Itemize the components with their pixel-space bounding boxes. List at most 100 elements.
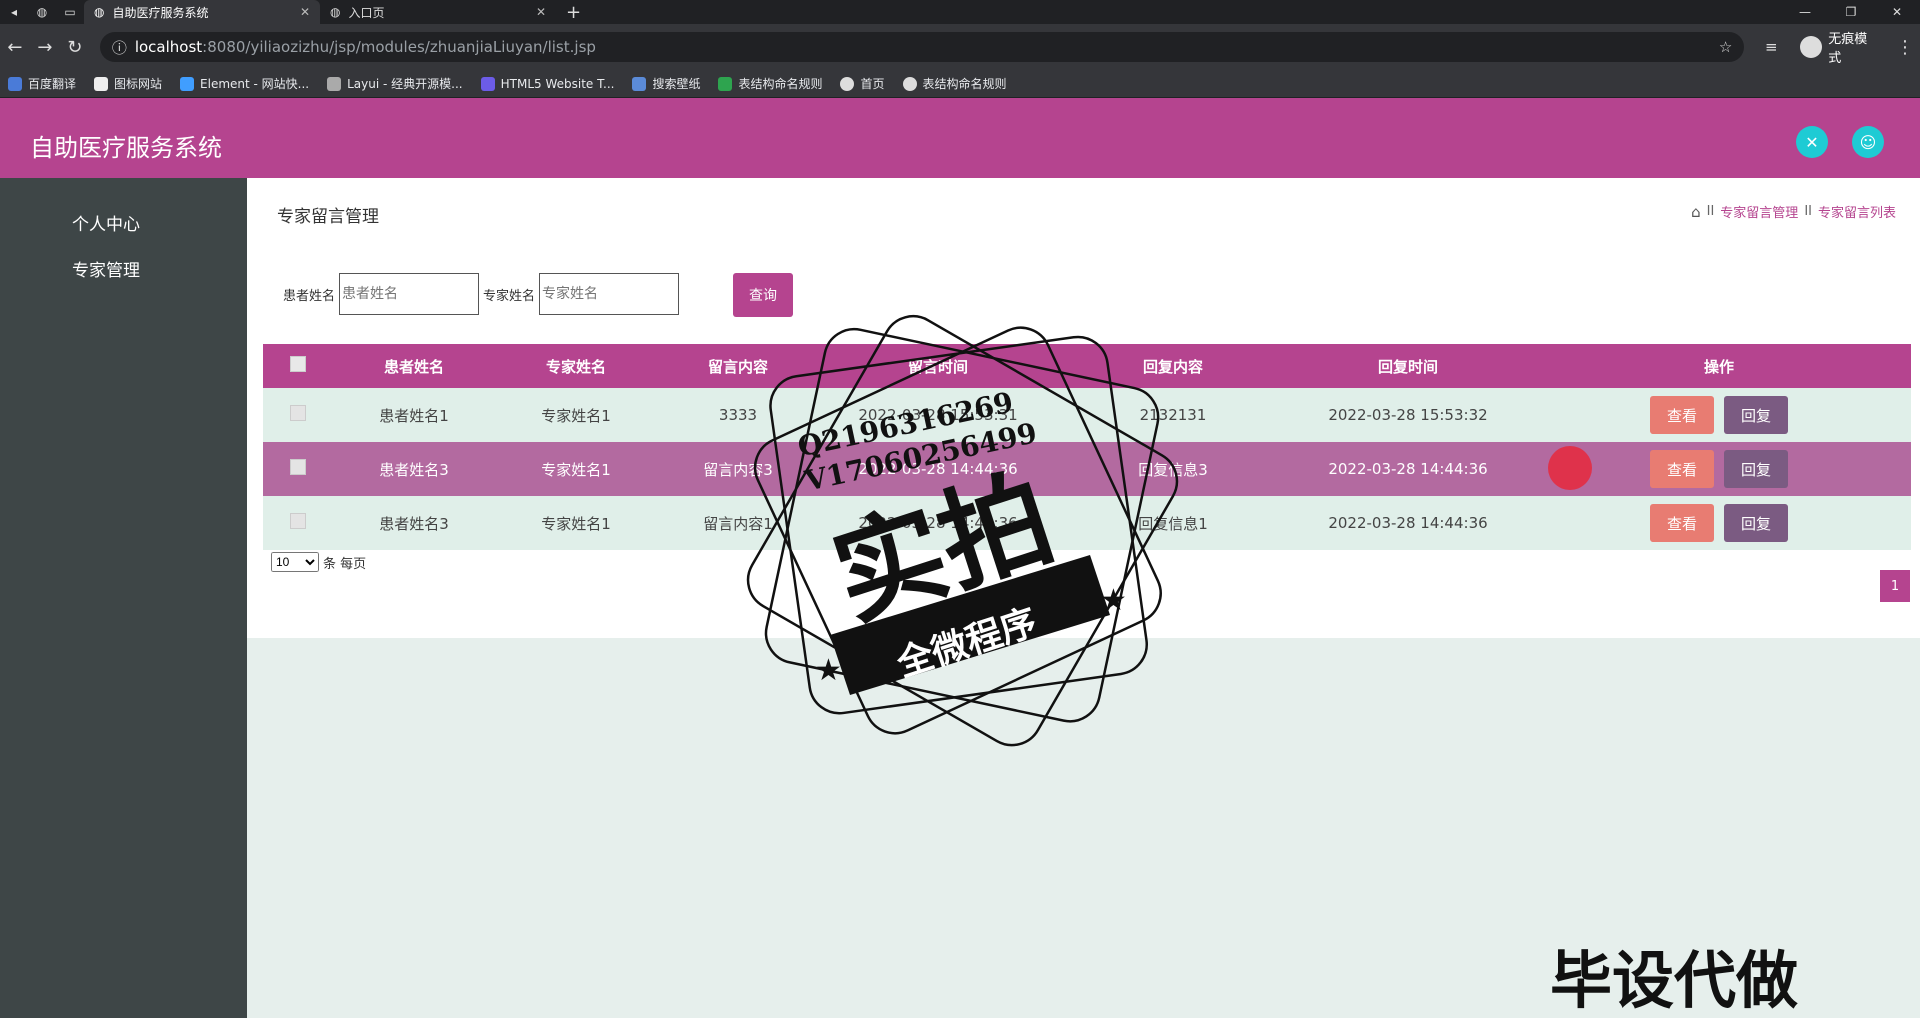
- browser-tab[interactable]: ◍ 入口页 ✕: [320, 0, 556, 24]
- window-icon[interactable]: ▭: [56, 0, 84, 24]
- reload-icon[interactable]: ↻: [60, 37, 90, 58]
- patient-name-input[interactable]: [339, 273, 480, 315]
- back-icon[interactable]: ←: [0, 37, 30, 58]
- table-row: 患者姓名3 专家姓名1 留言内容3 2022-03-28 14:44:36 回复…: [263, 442, 1911, 496]
- reply-button[interactable]: 回复: [1724, 450, 1788, 488]
- page-title: 专家留言管理: [277, 207, 379, 227]
- message-time-cell: 2022-03-28 14:44:36: [819, 496, 1057, 550]
- row-checkbox[interactable]: [290, 513, 306, 529]
- table-row: 患者姓名1 专家姓名1 3333 2022-03-28 15:53:31 213…: [263, 388, 1911, 442]
- page-size-control: 10 条 每页: [271, 552, 366, 572]
- row-select-cell: [263, 442, 333, 496]
- bookmark-item[interactable]: HTML5 Website T...: [480, 76, 615, 91]
- browser-tab-active[interactable]: ◍ 自助医疗服务系统 ✕: [84, 0, 320, 24]
- breadcrumb-item[interactable]: 专家留言管理: [1720, 202, 1798, 221]
- sidebar-item-expert-management[interactable]: 专家管理: [72, 256, 140, 281]
- column-header: 患者姓名: [333, 344, 495, 388]
- bookmark-item[interactable]: Layui - 经典开源模...: [327, 75, 463, 92]
- page-number-button[interactable]: 1: [1880, 570, 1910, 602]
- bookmark-label: 表结构命名规则: [738, 77, 823, 91]
- bookmarks-bar: 百度翻译 图标网站 Element - 网站快... Layui - 经典开源模…: [0, 70, 1920, 98]
- bookmark-label: 百度翻译: [28, 77, 77, 91]
- bookmark-label: HTML5 Website T...: [500, 76, 615, 91]
- window-controls: — ❐ ✕: [1782, 0, 1920, 24]
- menu-icon[interactable]: ⋮: [1890, 37, 1920, 58]
- row-checkbox[interactable]: [290, 405, 306, 421]
- globe-icon[interactable]: ◍: [28, 0, 56, 24]
- app-title: 自助医疗服务系统: [30, 134, 222, 162]
- row-select-cell: [263, 496, 333, 550]
- home-icon[interactable]: ⌂: [1691, 203, 1701, 221]
- browser-tab-bar: ◂ ◍ ▭ ◍ 自助医疗服务系统 ✕ ◍ 入口页 ✕ + — ❐ ✕: [0, 0, 1920, 24]
- search-form: 患者姓名 专家姓名: [283, 273, 683, 315]
- bookmark-star-icon[interactable]: ☆: [1719, 38, 1732, 56]
- minimize-icon[interactable]: —: [1782, 0, 1828, 24]
- bookmark-item[interactable]: 图标网站: [94, 75, 162, 92]
- app-header: 自助医疗服务系统 ✕ ☺: [0, 98, 1920, 178]
- close-window-icon[interactable]: ✕: [1874, 0, 1920, 24]
- fullscreen-icon[interactable]: ✕: [1796, 126, 1828, 158]
- new-tab-icon[interactable]: +: [566, 2, 581, 23]
- bookmark-label: 表结构命名规则: [922, 77, 1007, 91]
- incognito-icon: [1800, 36, 1823, 58]
- bookmark-label: 首页: [860, 77, 885, 91]
- select-all-cell: [263, 344, 333, 388]
- sidebar: 个人中心 专家管理: [0, 178, 247, 1018]
- bookmark-item[interactable]: 搜索壁纸: [632, 75, 700, 92]
- bookmark-icon: [180, 76, 195, 91]
- expert-name-cell: 专家姓名1: [495, 388, 657, 442]
- forward-icon[interactable]: →: [30, 37, 60, 58]
- page-size-select[interactable]: 10: [271, 552, 319, 572]
- user-icon[interactable]: ☺: [1852, 126, 1884, 158]
- expert-name-label: 专家姓名: [483, 288, 536, 304]
- expert-name-cell: 专家姓名1: [495, 496, 657, 550]
- search-button[interactable]: 查询: [733, 273, 793, 317]
- bookmark-item[interactable]: Element - 网站快...: [180, 75, 309, 92]
- bookmark-item[interactable]: 表结构命名规则: [902, 75, 1007, 92]
- reply-time-cell: 2022-03-28 15:53:32: [1289, 388, 1527, 442]
- view-button[interactable]: 查看: [1650, 504, 1714, 542]
- reply-button[interactable]: 回复: [1724, 396, 1788, 434]
- url-input[interactable]: ⓘ localhost:8080/yiliaozizhu/jsp/modules…: [99, 32, 1745, 62]
- patient-name-cell: 患者姓名3: [333, 496, 495, 550]
- info-icon[interactable]: ⓘ: [112, 37, 127, 58]
- content-panel: 专家留言管理 ⌂ II 专家留言管理 II 专家留言列表 患者姓名 专家姓名 查…: [247, 178, 1920, 638]
- bookmark-icon: [8, 76, 22, 91]
- tab-title: 自助医疗服务系统: [112, 5, 209, 20]
- tab-favicon-icon: ◍: [94, 5, 105, 19]
- url-host: localhost: [134, 38, 203, 56]
- profile-button[interactable]: 无痕模式: [1800, 28, 1880, 66]
- actions-cell: 查看 回复: [1527, 388, 1911, 442]
- close-icon[interactable]: ✕: [300, 5, 310, 19]
- bookmark-item[interactable]: 表结构命名规则: [718, 75, 822, 92]
- bookmark-label: 图标网站: [114, 77, 163, 91]
- reading-list-icon[interactable]: ≡: [1756, 38, 1786, 56]
- cursor-highlight: [1548, 446, 1592, 490]
- row-select-cell: [263, 388, 333, 442]
- column-header: 留言时间: [819, 344, 1057, 388]
- row-checkbox[interactable]: [290, 459, 306, 475]
- address-bar-row: ← → ↻ ⓘ localhost:8080/yiliaozizhu/jsp/m…: [0, 24, 1920, 70]
- reply-button[interactable]: 回复: [1724, 504, 1788, 542]
- restore-icon[interactable]: ❐: [1828, 0, 1874, 24]
- reply-content-cell: 回复信息3: [1057, 442, 1289, 496]
- message-content-cell: 留言内容3: [657, 442, 819, 496]
- view-button[interactable]: 查看: [1650, 396, 1714, 434]
- bookmark-icon: [632, 76, 647, 91]
- expert-name-input[interactable]: [539, 273, 680, 315]
- reply-content-cell: 回复信息1: [1057, 496, 1289, 550]
- bookmark-item[interactable]: 百度翻译: [8, 75, 76, 92]
- bookmark-item[interactable]: 首页: [840, 75, 885, 92]
- view-button[interactable]: 查看: [1650, 450, 1714, 488]
- message-time-cell: 2022-03-28 14:44:36: [819, 442, 1057, 496]
- tab-title: 入口页: [348, 5, 385, 20]
- sidebar-item-personal-center[interactable]: 个人中心: [72, 210, 140, 235]
- globe-icon: [902, 76, 917, 91]
- patient-name-cell: 患者姓名3: [333, 442, 495, 496]
- audio-icon[interactable]: ◂: [0, 0, 28, 24]
- bookmark-icon: [718, 76, 733, 91]
- main-content: 专家留言管理 ⌂ II 专家留言管理 II 专家留言列表 患者姓名 专家姓名 查…: [247, 178, 1920, 1018]
- select-all-checkbox[interactable]: [290, 356, 306, 372]
- close-icon[interactable]: ✕: [536, 5, 546, 19]
- message-content-cell: 3333: [657, 388, 819, 442]
